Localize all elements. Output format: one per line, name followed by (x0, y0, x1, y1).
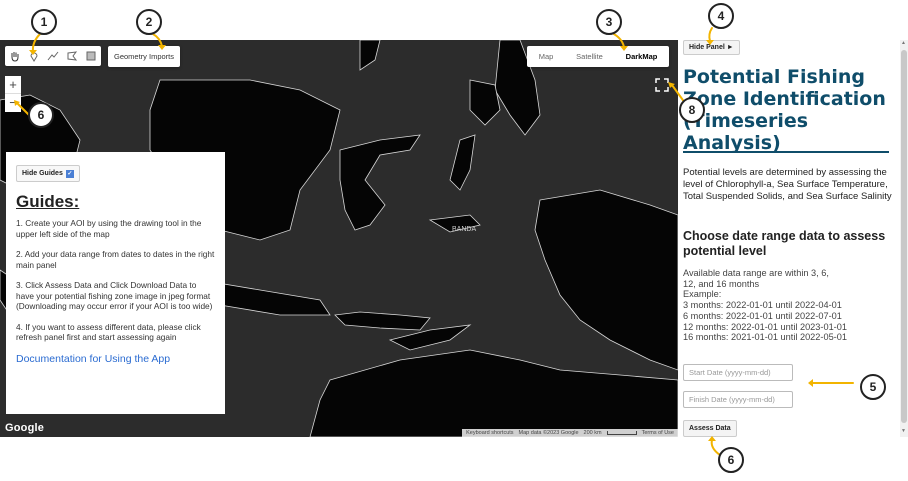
hand-icon[interactable] (5, 46, 24, 66)
guides-panel: Hide Guides ✓ Guides: 1. Create your AOI… (6, 152, 225, 414)
map-canvas[interactable]: BANDA Geometry Imports Map Satellite Dar… (0, 40, 678, 437)
panel-scrollbar[interactable]: ▲ ▼ (900, 40, 908, 437)
scroll-up-icon[interactable]: ▲ (901, 40, 906, 46)
geometry-imports-button[interactable]: Geometry Imports (108, 46, 181, 67)
scroll-down-icon[interactable]: ▼ (901, 428, 906, 434)
guide-step: 3. Click Assess Data and Click Download … (16, 280, 213, 311)
guides-title: Guides: (16, 192, 80, 211)
callout-2: 2 (136, 9, 162, 35)
keyboard-shortcuts-link[interactable]: Keyboard shortcuts (466, 430, 513, 436)
marker-icon[interactable] (24, 46, 43, 66)
callout-5: 5 (860, 374, 886, 400)
checkbox-icon: ✓ (65, 169, 74, 178)
callout-6: 6 (28, 102, 54, 128)
sea-label: BANDA (452, 226, 476, 233)
data-range-info: Available data range are within 3, 6, 12… (683, 268, 897, 343)
google-logo: Google (5, 422, 45, 434)
hide-guides-button[interactable]: Hide Guides ✓ (16, 165, 80, 182)
zoom-control: + − (5, 76, 21, 112)
guide-step: 1. Create your AOI by using the drawing … (16, 218, 202, 239)
map-attribution: Keyboard shortcuts Map data ©2023 Google… (462, 429, 678, 437)
map-type-map[interactable]: Map (527, 46, 565, 67)
terms-link[interactable]: Terms of Use (642, 430, 674, 436)
hide-panel-button[interactable]: Hide Panel ► (683, 40, 740, 55)
divider (683, 151, 889, 153)
panel-title: Potential Fishing Zone Identification (T… (683, 66, 886, 154)
hide-guides-label: Hide Guides (22, 170, 63, 177)
callout-3: 3 (596, 9, 622, 35)
range-line: Available data range are within 3, 6, (683, 268, 829, 278)
guide-step: 2. Add your data range from dates to dat… (16, 249, 215, 270)
fullscreen-icon[interactable] (651, 74, 673, 96)
range-line: 12, and 16 months (683, 278, 760, 289)
map-type-control: Map Satellite DarkMap (527, 46, 669, 67)
range-line: 12 months: 2022-01-01 until 2023-01-01 (683, 321, 847, 332)
start-date-input[interactable]: Start Date (yyyy-mm-dd) (683, 364, 793, 381)
range-line: 6 months: 2022-01-01 until 2022-07-01 (683, 310, 842, 321)
callout-8: 8 (679, 97, 705, 123)
zoom-in-button[interactable]: + (5, 76, 21, 94)
range-line: Example: (683, 289, 722, 300)
range-line: 3 months: 2022-01-01 until 2022-04-01 (683, 300, 842, 311)
map-type-darkmap[interactable]: DarkMap (614, 46, 669, 67)
callout-6b: 6 (718, 447, 744, 473)
scale-label[interactable]: 200 km (584, 430, 602, 436)
panel-description: Potential levels are determined by asses… (683, 167, 892, 202)
panel-subtitle: Choose date range data to assess potenti… (683, 229, 886, 258)
scroll-thumb[interactable] (901, 50, 907, 423)
callout-1: 1 (31, 9, 57, 35)
guide-step: 4. If you want to assess different data,… (16, 321, 201, 343)
zoom-out-button[interactable]: − (5, 94, 21, 112)
map-type-satellite[interactable]: Satellite (565, 46, 614, 67)
scale-bar (606, 431, 637, 435)
documentation-link[interactable]: Documentation for Using the App (16, 353, 215, 365)
finish-date-input[interactable]: Finish Date (yyyy-mm-dd) (683, 391, 793, 408)
drawing-toolbar (5, 46, 101, 66)
polyline-icon[interactable] (43, 46, 62, 66)
main-panel: Hide Panel ► Potential Fishing Zone Iden… (678, 40, 898, 481)
map-data-text: Map data ©2023 Google (518, 430, 579, 436)
callout-4: 4 (708, 3, 734, 29)
range-line: 16 months: 2021-01-01 until 2022-05-01 (683, 332, 847, 343)
assess-data-button[interactable]: Assess Data (683, 420, 737, 437)
polygon-icon[interactable] (62, 46, 81, 66)
rectangle-icon[interactable] (81, 46, 100, 66)
